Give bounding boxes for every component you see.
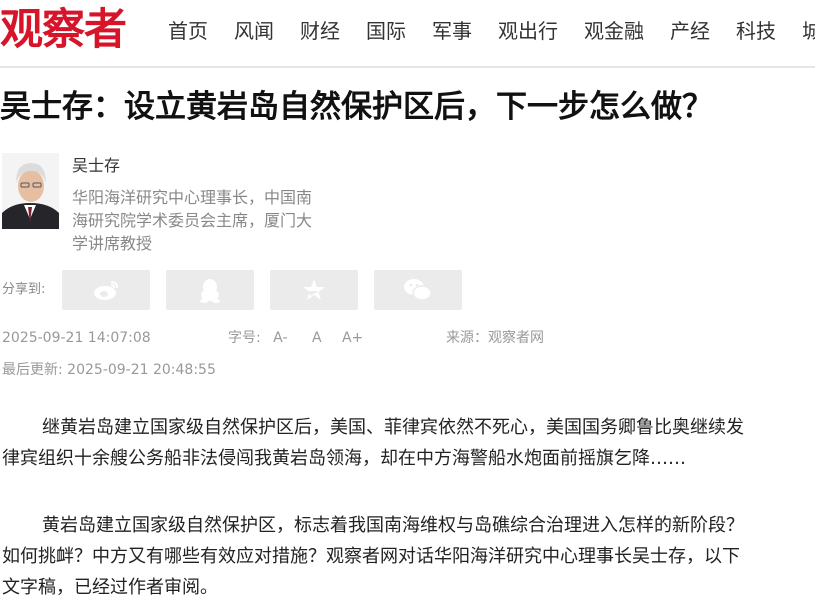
article-title: 吴士存：设立黄岩岛自然保护区后，下一步怎么做？ [0, 89, 713, 125]
nav-item-international[interactable]: 国际 [366, 16, 406, 46]
main-nav: 首页 风闻 财经 国际 军事 观出行 观金融 产经 科技 城 [168, 16, 815, 46]
nav-item-home[interactable]: 首页 [168, 16, 208, 46]
article-source: 来源：观察者网 [446, 330, 544, 346]
nav-item-finance[interactable]: 财经 [300, 16, 340, 46]
nav-item-fengwen[interactable]: 风闻 [234, 16, 274, 46]
nav-item-finance2[interactable]: 观金融 [584, 16, 644, 46]
author-avatar[interactable] [2, 153, 59, 229]
author-bio: 华阳海洋研究中心理事长，中国南海研究院学术委员会主席，厦门大学讲席教授 [72, 188, 313, 253]
publish-time: 2025-09-21 14:07:08 [2, 330, 151, 346]
qq-icon [200, 279, 220, 303]
paragraph-line: 如何挑衅？中方又有哪些有效应对措施？观察者网对话华阳海洋研究中心理事长吴士存，以… [2, 546, 740, 567]
author-name[interactable]: 吴士存 [72, 154, 120, 178]
nav-item-travel[interactable]: 观出行 [498, 16, 558, 46]
qzone-star-icon [303, 279, 325, 300]
wechat-icon [404, 279, 432, 301]
header-divider [0, 66, 815, 68]
font-size-label: 字号: [228, 330, 261, 346]
font-size-decrease-button[interactable]: A- [273, 330, 287, 346]
share-qzone-button[interactable] [270, 270, 358, 310]
paragraph-line: 律宾组织十余艘公务船非法侵闯我黄岩岛领海，却在中方海警船水炮面前摇旗乞降…… [2, 448, 686, 469]
nav-item-industry[interactable]: 产经 [670, 16, 710, 46]
nav-item-tech[interactable]: 科技 [736, 16, 776, 46]
share-label: 分享到: [2, 282, 46, 297]
nav-item-city[interactable]: 城 [802, 16, 815, 46]
article-paragraph-2: 黄岩岛建立国家级自然保护区，标志着我国南海维权与岛礁综合治理进入怎样的新阶段？ … [2, 510, 815, 603]
paragraph-line: 黄岩岛建立国家级自然保护区，标志着我国南海维权与岛礁综合治理进入怎样的新阶段？ [42, 515, 744, 536]
share-weibo-button[interactable] [62, 270, 150, 310]
font-size-control: 字号: A- A A+ [228, 328, 363, 348]
share-qq-button[interactable] [166, 270, 254, 310]
font-size-increase-button[interactable]: A+ [342, 330, 363, 346]
weibo-icon [94, 281, 118, 300]
nav-item-military[interactable]: 军事 [432, 16, 472, 46]
share-wechat-button[interactable] [374, 270, 462, 310]
site-logo[interactable]: 观察者 [0, 4, 127, 56]
paragraph-line: 文字稿，已经过作者审阅。 [2, 577, 218, 598]
last-update: 最后更新: 2025-09-21 20:48:55 [2, 362, 216, 378]
paragraph-line: 继黄岩岛建立国家级自然保护区后，美国、菲律宾依然不死心，美国国务卿鲁比奥继续发 [42, 417, 744, 438]
article-paragraph-1: 继黄岩岛建立国家级自然保护区后，美国、菲律宾依然不死心，美国国务卿鲁比奥继续发 … [2, 412, 815, 474]
font-size-default-button[interactable]: A [312, 330, 322, 346]
